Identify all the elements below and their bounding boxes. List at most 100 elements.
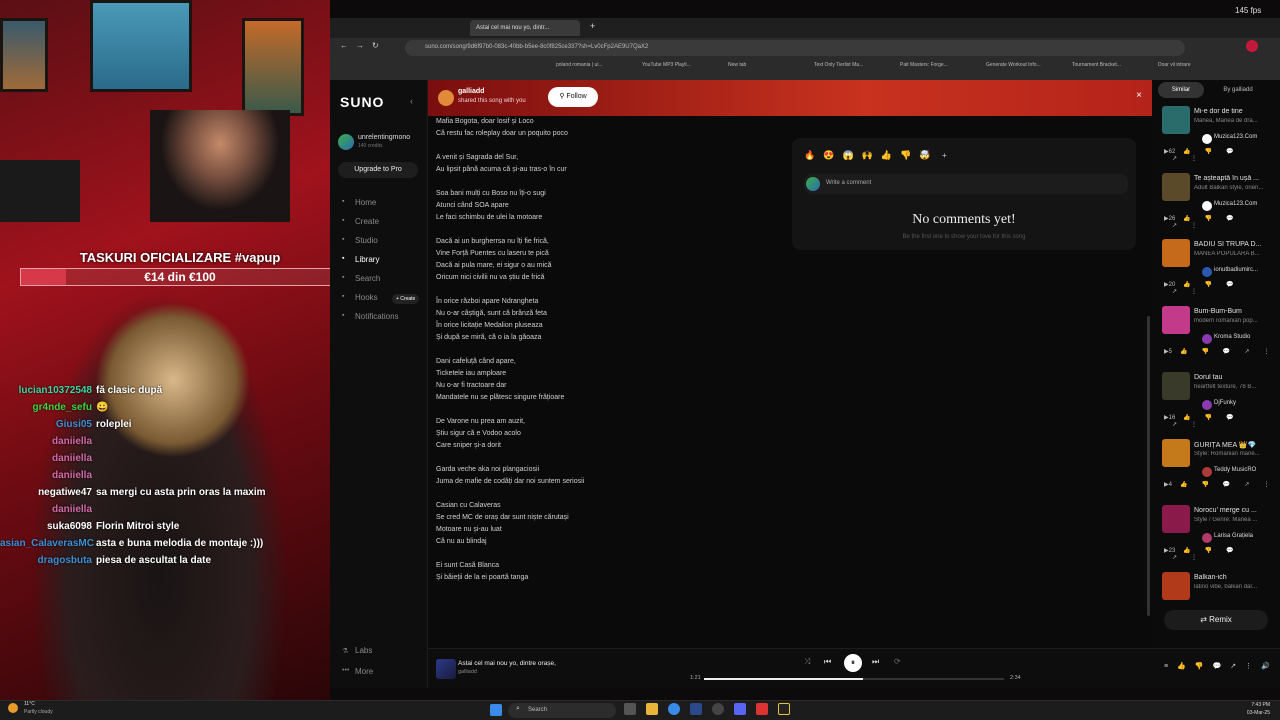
weather-temp[interactable]: 11°C [24,701,35,707]
nav-hooks[interactable]: Hooks [355,293,378,302]
artist-avatar[interactable] [1202,333,1212,344]
share-icon[interactable]: ↗ [1230,663,1245,670]
song-thumbnail[interactable] [1162,305,1190,334]
bookmark-item[interactable]: Doar vii intrare [1158,62,1191,68]
song-thumbnail[interactable] [1162,172,1190,201]
more-icon[interactable]: ⋮ [1191,422,1203,428]
similar-item[interactable]: BADIU SI TRUPA D... MANEA POPULARA B... io… [1160,237,1278,299]
close-banner-icon[interactable]: × [1136,90,1142,101]
dislike-icon[interactable]: 👎 [1205,415,1218,421]
bookmark-item[interactable]: New tab [728,62,746,68]
active-tab[interactable]: Astai cel mai nou yo, dintr... [470,20,580,36]
hooks-create-button[interactable]: + Create [392,294,420,304]
dislike-icon[interactable]: 👎 [1201,482,1214,488]
sharer-name[interactable]: galliadd [458,88,484,95]
song-title[interactable]: Te așteaptă în ușă ... [1194,175,1278,182]
song-thumbnail[interactable] [1162,372,1190,400]
artist-name[interactable]: Kroma Studio [1214,334,1250,340]
song-thumbnail[interactable] [1162,571,1190,600]
song-title[interactable]: Bum-Bum-Bum [1194,308,1278,315]
like-icon[interactable]: 👍 [1183,216,1196,222]
chrome-icon[interactable] [668,703,680,715]
song-thumbnail[interactable] [1162,239,1190,267]
more-icon[interactable]: ⋮ [1263,349,1275,355]
follow-button[interactable]: ⚲ Follow [548,87,598,107]
bookmark-item[interactable]: Generate Workout Info... [986,62,1041,68]
previous-icon[interactable]: ⏮ [824,657,831,667]
song-thumbnail[interactable] [1162,438,1190,467]
more-icon[interactable]: ⋮ [1263,482,1275,488]
similar-item[interactable]: Bum-Bum-Bum modern romanian pop... Kroma S… [1160,304,1278,366]
share-icon[interactable]: ↗ [1244,349,1255,355]
artist-name[interactable]: Muzica123.Com [1214,201,1257,207]
reaction-3-icon[interactable]: 🙌 [862,150,881,160]
song-title[interactable]: GURIȚA MEA 👑💎 [1194,441,1278,449]
like-icon[interactable]: 👍 [1177,663,1195,670]
more-link[interactable]: More [355,667,373,676]
artist-avatar[interactable] [1202,200,1212,211]
song-title[interactable]: Balkan-ich [1194,574,1278,581]
artist-name[interactable]: Teddy MusicRO [1214,467,1256,473]
user-name[interactable]: unrelentingmono [358,134,410,141]
labs-link[interactable]: Labs [355,646,372,655]
comment-icon[interactable]: 💬 [1223,482,1236,488]
comment-icon[interactable]: 💬 [1226,282,1239,288]
reload-icon[interactable]: ↻ [372,41,379,50]
new-tab-button[interactable]: + [590,21,595,31]
like-icon[interactable]: 👍 [1183,415,1196,421]
similar-item[interactable]: Balkan-ich latino vibe, balkan dar... [1160,570,1278,632]
nav-notifications[interactable]: Notifications [355,312,399,321]
artist-name[interactable]: Muzica123.Com [1214,134,1257,140]
like-icon[interactable]: 👍 [1180,482,1193,488]
similar-item[interactable]: Mi-e dor de tine Manea, Manea de dra... Mu… [1160,104,1278,166]
more-icon[interactable]: ⋮ [1191,555,1203,561]
reaction-4-icon[interactable]: 👍 [881,150,900,160]
bookmark-item[interactable]: Text Only Tierlist Ma... [814,62,863,68]
seek-bar[interactable] [704,678,1004,680]
share-icon[interactable]: ↗ [1172,422,1183,428]
artist-name[interactable]: Larisa Grațiela [1214,533,1253,539]
queue-icon[interactable]: ≡ [1164,663,1177,670]
comment-icon[interactable]: 💬 [1226,415,1239,421]
bookmark-item[interactable]: poland romania | ui... [556,62,603,68]
tab-similar[interactable]: Similar [1158,82,1204,98]
steam-icon[interactable] [690,703,702,715]
comment-icon[interactable]: 💬 [1226,548,1239,554]
user-avatar[interactable] [338,134,354,150]
start-icon[interactable] [490,704,502,716]
discord-icon[interactable] [734,703,746,715]
suno-logo[interactable]: SUNO [340,94,384,110]
reaction-2-icon[interactable]: 😱 [842,150,861,160]
comment-icon[interactable]: 💬 [1223,349,1236,355]
more-icon[interactable]: ⋮ [1191,223,1203,229]
share-icon[interactable]: ↗ [1172,223,1183,229]
similar-item[interactable]: Norocu' merge cu ... Style / Genre: Manea… [1160,503,1278,565]
volume-icon[interactable]: 🔊 [1261,663,1279,670]
repeat-icon[interactable]: ⟳ [894,657,901,666]
nav-home[interactable]: Home [355,198,376,207]
task-view-icon[interactable] [624,703,636,715]
dislike-icon[interactable]: 👎 [1205,282,1218,288]
comment-icon[interactable]: 💬 [1226,216,1239,222]
reaction-6-icon[interactable]: 🤯 [919,150,938,160]
artist-name[interactable]: ionutbadiumirc... [1214,267,1258,273]
dislike-icon[interactable]: 👎 [1205,548,1218,554]
artist-avatar[interactable] [1202,466,1212,477]
artist-avatar[interactable] [1202,533,1212,543]
similar-item[interactable]: Dorul tau heartfelt texture, 78 B... DjFun… [1160,370,1278,432]
like-icon[interactable]: 👍 [1183,548,1196,554]
song-title[interactable]: Dorul tau [1194,374,1278,381]
nav-create[interactable]: Create [355,217,379,226]
dislike-icon[interactable]: 👎 [1205,149,1218,155]
back-icon[interactable]: ← [340,41,348,50]
taskbar-search[interactable]: ⌕ Search [508,703,616,718]
clock-time[interactable]: 7:43 PM [1230,702,1270,708]
bookmark-item[interactable]: YouTube MP3 Playli... [642,62,691,68]
comment-icon[interactable]: 💬 [1226,149,1239,155]
like-icon[interactable]: 👍 [1180,349,1193,355]
reaction-0-icon[interactable]: 🔥 [804,150,823,160]
shuffle-icon[interactable]: ⤨ [804,657,810,667]
nav-studio[interactable]: Studio [355,236,378,245]
reaction-5-icon[interactable]: 👎 [900,150,919,160]
similar-item[interactable]: GURIȚA MEA 👑💎 Style: Romanian mane... Tedd… [1160,437,1278,499]
